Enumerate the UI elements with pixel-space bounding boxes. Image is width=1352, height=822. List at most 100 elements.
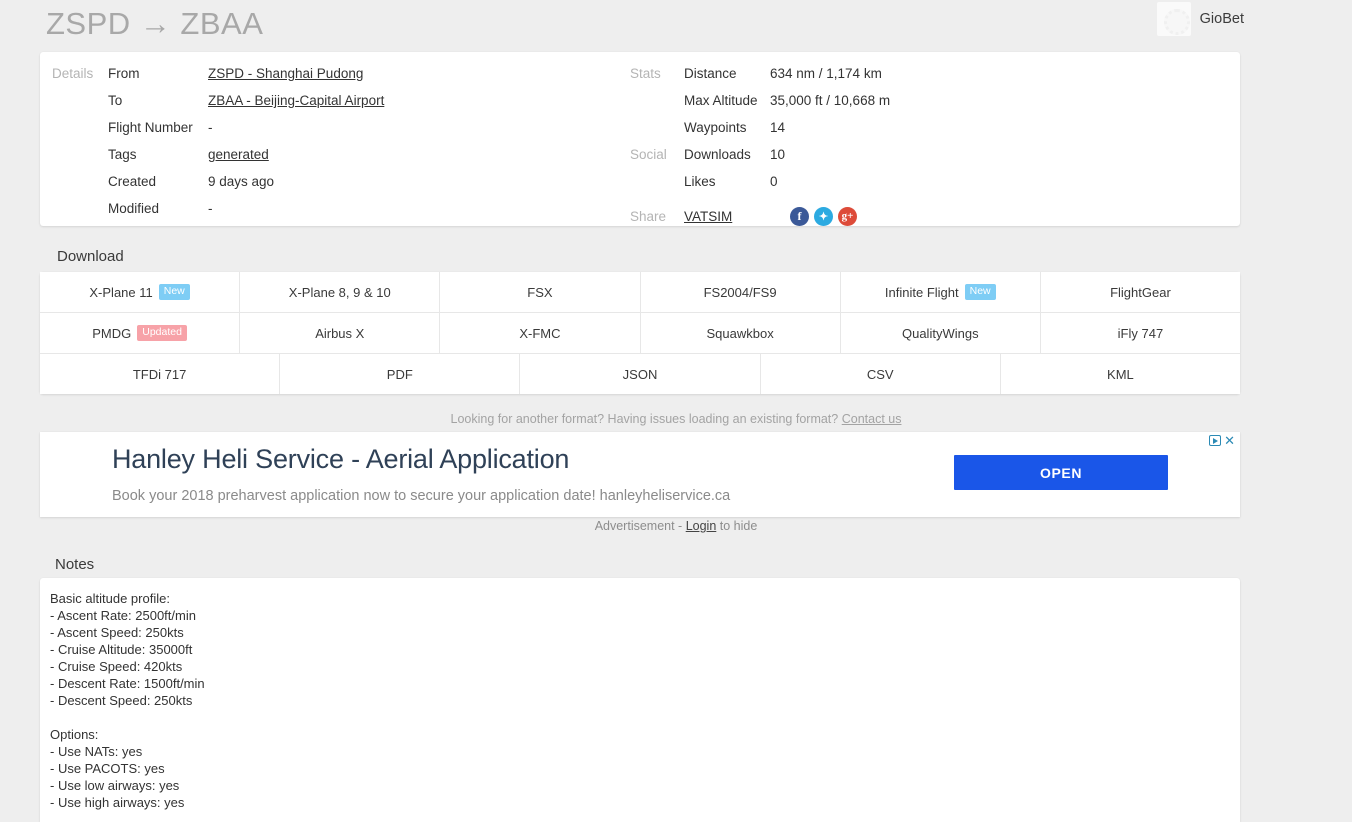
notes-body: Basic altitude profile: - Ascent Rate: 2…: [50, 591, 205, 810]
download-format-note: Looking for another format? Having issue…: [0, 412, 1352, 426]
tag-generated-link[interactable]: generated: [208, 147, 269, 162]
download-button-kml[interactable]: KML: [1000, 354, 1241, 394]
download-button-label: FS2004/FS9: [703, 284, 777, 300]
share-row: Share VATSIM f ✦ g+: [630, 201, 1190, 231]
download-row: X-Plane 11 New X-Plane 8, 9 & 10 FSX FS2…: [40, 272, 1241, 312]
ad-subtext: Book your 2018 preharvest application no…: [112, 488, 731, 504]
download-button-airbus-x[interactable]: Airbus X: [240, 313, 441, 353]
detail-label-from: From: [108, 66, 140, 81]
brand-name: GioBet: [1199, 11, 1244, 27]
contact-us-link[interactable]: Contact us: [842, 412, 902, 426]
facebook-icon[interactable]: f: [790, 206, 809, 226]
page-title: ZSPD → ZBAA: [46, 5, 264, 41]
download-button-label: X-Plane 8, 9 & 10: [288, 284, 391, 300]
notes-heading: Notes: [55, 556, 95, 573]
download-button-label: X-Plane 11: [89, 284, 153, 300]
new-badge: New: [964, 283, 996, 301]
detail-label-modified: Modified: [108, 201, 160, 216]
detail-value-flight-number: -: [208, 120, 213, 135]
download-row: PMDG Updated Airbus X X-FMC Squawkbox Qu…: [40, 312, 1241, 353]
download-button-label: Infinite Flight: [884, 284, 959, 300]
download-button-pmdg[interactable]: PMDG Updated: [40, 313, 241, 353]
twitter-icon[interactable]: ✦: [814, 206, 833, 226]
new-badge: New: [158, 283, 190, 301]
download-button-squawkbox[interactable]: Squawkbox: [640, 313, 841, 353]
stat-label-waypoints: Waypoints: [684, 120, 747, 135]
detail-value-to[interactable]: ZBAA - Beijing-Capital Airport: [208, 93, 384, 108]
social-label-likes: Likes: [684, 174, 716, 189]
detail-row-to: To ZBAA - Beijing-Capital Airport: [52, 93, 630, 120]
from-airport-link[interactable]: ZSPD - Shanghai Pudong: [208, 66, 363, 81]
stat-label-distance: Distance: [684, 66, 737, 81]
download-button-x-fmc[interactable]: X-FMC: [440, 313, 641, 353]
download-button-label: QualityWings: [901, 325, 979, 341]
share-vatsim[interactable]: VATSIM: [684, 209, 770, 224]
detail-row-from: Details From ZSPD - Shanghai Pudong: [52, 66, 630, 93]
download-button-xplane11[interactable]: X-Plane 11 New: [40, 272, 241, 312]
detail-value-modified: -: [208, 201, 213, 216]
detail-row-tags: Tags generated: [52, 147, 630, 174]
social-share-icons: f ✦ g+: [790, 206, 857, 226]
login-link[interactable]: Login: [686, 519, 717, 533]
stat-value-waypoints: 14: [770, 120, 786, 135]
advertisement-label: Advertisement - Login to hide: [0, 519, 1352, 533]
detail-label-created: Created: [108, 174, 157, 189]
details-card: Details From ZSPD - Shanghai Pudong To Z…: [40, 52, 1240, 226]
download-button-label: JSON: [622, 366, 658, 382]
download-button-infinite-flight[interactable]: Infinite Flight New: [840, 272, 1041, 312]
download-button-tfdi-717[interactable]: TFDi 717: [40, 354, 281, 394]
detail-row-flight-number: Flight Number -: [52, 120, 630, 147]
download-button-fsx[interactable]: FSX: [440, 272, 641, 312]
stat-row-max-altitude: Max Altitude 35,000 ft / 10,668 m: [630, 93, 1190, 120]
page-root: ZSPD → ZBAA GioBet Details From ZSPD - S…: [0, 0, 1352, 822]
brand-logo-area[interactable]: GioBet: [1156, 2, 1244, 36]
download-button-label: FSX: [527, 284, 553, 300]
download-button-fs2004[interactable]: FS2004/FS9: [640, 272, 841, 312]
download-button-csv[interactable]: CSV: [760, 354, 1001, 394]
download-button-qualitywings[interactable]: QualityWings: [840, 313, 1041, 353]
download-button-ifly-747[interactable]: iFly 747: [1040, 313, 1241, 353]
download-heading: Download: [57, 248, 124, 265]
share-group-label: Share: [630, 208, 667, 224]
vatsim-link[interactable]: VATSIM: [684, 209, 732, 224]
stats-column: Stats Distance 634 nm / 1,174 km Max Alt…: [630, 66, 1190, 231]
download-button-label: X-FMC: [519, 325, 561, 341]
download-button-label: CSV: [866, 366, 894, 382]
close-icon[interactable]: ✕: [1224, 434, 1235, 447]
ad-open-button[interactable]: OPEN: [954, 455, 1168, 490]
download-row: TFDi 717 PDF JSON CSV KML: [40, 353, 1241, 394]
ad-headline[interactable]: Hanley Heli Service - Aerial Application: [112, 444, 569, 475]
stat-value-distance: 634 nm / 1,174 km: [770, 66, 882, 81]
social-row-likes: Likes 0: [630, 174, 1190, 201]
to-airport-link[interactable]: ZBAA - Beijing-Capital Airport: [208, 93, 384, 108]
notes-card: Basic altitude profile: - Ascent Rate: 2…: [40, 578, 1240, 822]
download-grid: X-Plane 11 New X-Plane 8, 9 & 10 FSX FS2…: [40, 272, 1241, 394]
stat-label-max-altitude: Max Altitude: [684, 93, 758, 108]
download-button-flightgear[interactable]: FlightGear: [1040, 272, 1241, 312]
detail-label-tags: Tags: [108, 147, 137, 162]
download-button-xplane8910[interactable]: X-Plane 8, 9 & 10: [240, 272, 441, 312]
advertisement-card[interactable]: ✕ Hanley Heli Service - Aerial Applicati…: [40, 432, 1240, 517]
download-button-label: FlightGear: [1110, 284, 1171, 300]
details-group-label: Details: [52, 66, 94, 81]
detail-label-flight-number: Flight Number: [108, 120, 193, 135]
stat-row-distance: Stats Distance 634 nm / 1,174 km: [630, 66, 1190, 93]
download-button-label: Airbus X: [315, 325, 365, 341]
stat-row-waypoints: Waypoints 14: [630, 120, 1190, 147]
download-button-label: TFDi 717: [132, 366, 187, 382]
giobet-logo-icon: [1156, 2, 1191, 36]
download-button-json[interactable]: JSON: [520, 354, 761, 394]
updated-badge: Updated: [137, 324, 187, 342]
download-button-label: iFly 747: [1117, 325, 1164, 341]
ad-corner-controls: ✕: [1209, 434, 1235, 447]
detail-value-tags[interactable]: generated: [208, 147, 269, 162]
download-button-pdf[interactable]: PDF: [280, 354, 521, 394]
googleplus-icon[interactable]: g+: [838, 206, 857, 226]
detail-value-from[interactable]: ZSPD - Shanghai Pudong: [208, 66, 363, 81]
social-label-downloads: Downloads: [684, 147, 751, 162]
adchoices-icon[interactable]: [1209, 435, 1222, 446]
detail-row-created: Created 9 days ago: [52, 174, 630, 201]
stats-group-label: Stats: [630, 66, 661, 81]
social-group-label: Social: [630, 147, 667, 162]
ad-label-prefix: Advertisement -: [594, 519, 686, 533]
